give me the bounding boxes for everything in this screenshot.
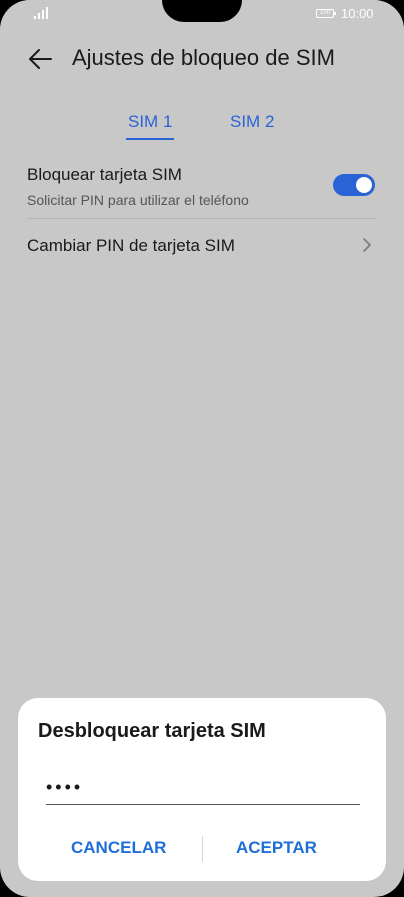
lock-sim-title[interactable]: Bloquear tarjeta SIM: [27, 165, 182, 185]
battery-icon: 100: [316, 9, 336, 18]
cancel-button[interactable]: CANCELAR: [71, 838, 166, 858]
lock-sim-subtitle: Solicitar PIN para utilizar el teléfono: [27, 192, 249, 208]
lock-sim-toggle[interactable]: [333, 174, 375, 196]
tab-selected-indicator: [126, 138, 174, 140]
phone-screen: 100 10:00 Ajustes de bloqueo de SIM SIM …: [0, 0, 404, 897]
chevron-right-icon: [363, 238, 371, 252]
tab-sim-1[interactable]: SIM 1: [128, 112, 172, 132]
row-divider: [27, 218, 377, 219]
arrow-left-icon[interactable]: [27, 46, 53, 72]
signal-icon: [34, 7, 48, 19]
toggle-knob: [356, 177, 372, 193]
accept-button[interactable]: ACEPTAR: [236, 838, 317, 858]
dialog-title: Desbloquear tarjeta SIM: [38, 720, 266, 742]
battery-level: 100: [319, 10, 330, 16]
status-time: 10:00: [341, 6, 374, 21]
change-pin-item[interactable]: Cambiar PIN de tarjeta SIM: [27, 236, 235, 256]
pin-input[interactable]: [46, 770, 360, 805]
tab-sim-2[interactable]: SIM 2: [230, 112, 274, 132]
button-divider: [202, 836, 203, 862]
camera-notch: [162, 0, 242, 22]
page-title: Ajustes de bloqueo de SIM: [72, 45, 335, 70]
status-bar: 100 10:00: [0, 0, 404, 30]
unlock-sim-dialog: Desbloquear tarjeta SIM CANCELAR ACEPTAR: [18, 698, 386, 881]
